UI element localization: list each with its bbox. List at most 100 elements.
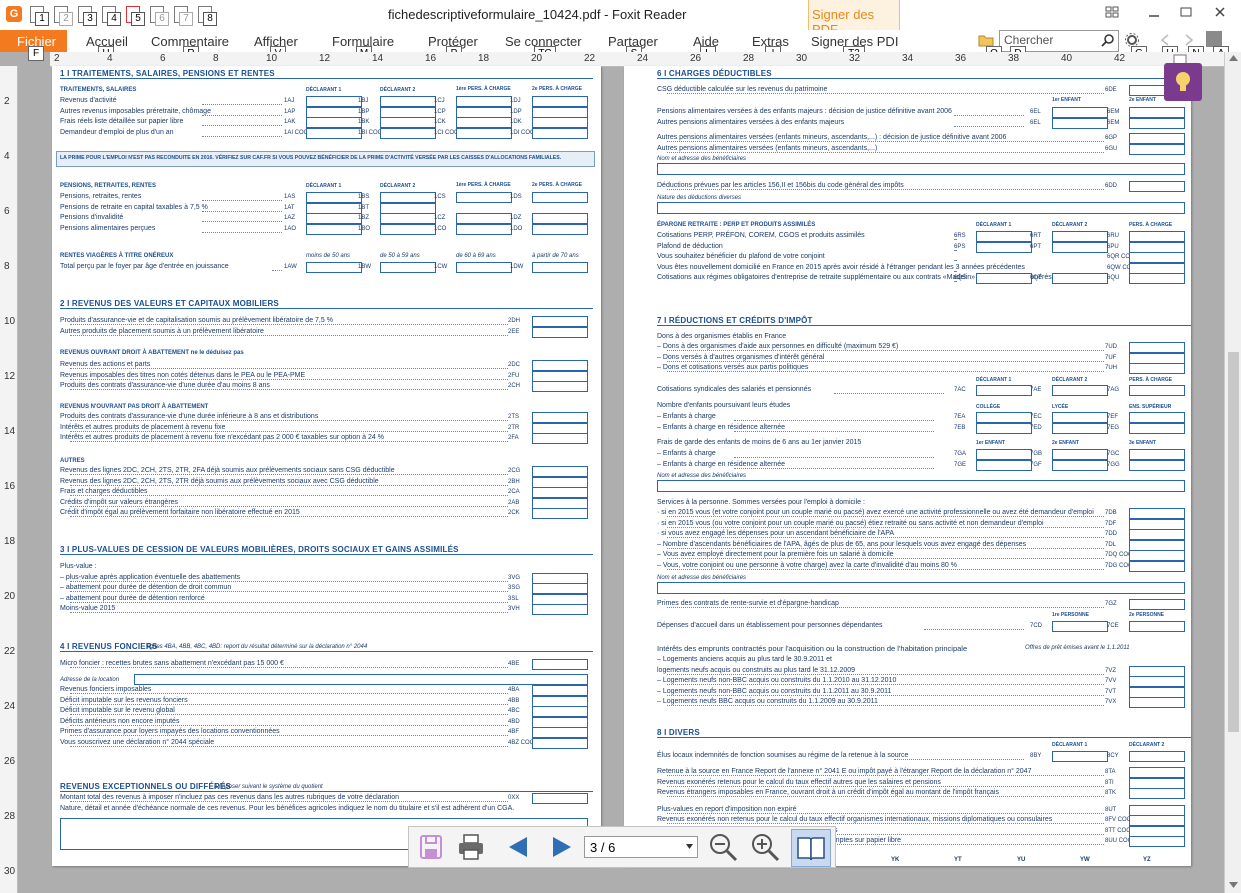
amount-field[interactable]	[532, 370, 588, 382]
amount-field[interactable]	[1129, 273, 1185, 284]
amount-field[interactable]	[306, 117, 362, 128]
amount-field[interactable]	[456, 96, 512, 107]
avatar[interactable]	[1206, 31, 1222, 47]
beneficiaries-field[interactable]	[657, 163, 1185, 175]
close-icon[interactable]	[1213, 6, 1227, 18]
amount-field[interactable]	[1129, 342, 1185, 353]
amount-field[interactable]	[532, 117, 588, 128]
amount-field[interactable]	[1129, 107, 1185, 118]
amount-field[interactable]	[1129, 133, 1185, 144]
amount-field[interactable]	[1129, 449, 1185, 460]
amount-field[interactable]	[1129, 621, 1185, 632]
amount-field[interactable]	[976, 422, 1032, 434]
amount-field[interactable]	[1052, 117, 1108, 129]
amount-field[interactable]	[1129, 599, 1185, 610]
amount-field[interactable]	[1129, 529, 1185, 540]
amount-field[interactable]	[532, 96, 588, 107]
amount-field[interactable]	[380, 223, 436, 235]
forward-arrow-icon[interactable]	[1184, 34, 1194, 46]
amount-field[interactable]	[1129, 262, 1185, 274]
amount-field[interactable]	[1129, 825, 1185, 837]
address-field[interactable]	[134, 674, 588, 685]
amount-field[interactable]	[1129, 777, 1185, 789]
amount-field[interactable]	[976, 459, 1032, 471]
print-icon[interactable]	[455, 831, 487, 863]
amount-field[interactable]	[532, 326, 588, 338]
zoom-out-icon[interactable]	[707, 831, 739, 863]
amount-field[interactable]	[380, 117, 436, 128]
select-text-button[interactable]: 5	[124, 4, 145, 26]
search-icon[interactable]	[1101, 33, 1115, 47]
amount-field[interactable]	[532, 572, 588, 584]
amount-field[interactable]	[1052, 422, 1108, 434]
amount-field[interactable]	[306, 262, 362, 273]
zoom-in-icon[interactable]	[749, 831, 781, 863]
amount-field[interactable]	[1052, 412, 1108, 423]
amount-field[interactable]	[532, 685, 588, 696]
minimize-icon[interactable]	[1147, 6, 1161, 18]
amount-field[interactable]	[380, 202, 436, 214]
amount-field[interactable]	[532, 487, 588, 498]
amount-field[interactable]	[976, 273, 1032, 284]
amount-field[interactable]	[1052, 449, 1108, 460]
amount-field[interactable]	[532, 706, 588, 717]
amount-field[interactable]	[306, 96, 362, 107]
amount-field[interactable]	[532, 381, 588, 392]
amount-field[interactable]	[1129, 231, 1185, 242]
amount-field[interactable]	[532, 316, 588, 327]
amount-field[interactable]	[1129, 252, 1185, 263]
amount-field[interactable]	[532, 412, 588, 423]
amount-field[interactable]	[1129, 788, 1185, 799]
amount-field[interactable]	[1129, 815, 1185, 826]
amount-field[interactable]	[1129, 363, 1185, 374]
amount-field[interactable]	[1129, 459, 1185, 471]
customize-button[interactable]: 8	[196, 4, 217, 26]
open-file-button[interactable]: 1	[28, 4, 49, 26]
amount-field[interactable]	[380, 192, 436, 203]
beneficiaries-field[interactable]	[657, 582, 1185, 594]
amount-field[interactable]	[456, 192, 512, 203]
amount-field[interactable]	[1129, 676, 1185, 687]
amount-field[interactable]	[532, 695, 588, 707]
amount-field[interactable]	[976, 449, 1032, 460]
scroll-up-icon[interactable]	[1229, 55, 1238, 61]
amount-field[interactable]	[1129, 412, 1185, 423]
amount-field[interactable]	[1129, 143, 1185, 155]
amount-field[interactable]	[380, 96, 436, 107]
amount-field[interactable]	[1129, 241, 1185, 253]
amount-field[interactable]	[532, 433, 588, 444]
amount-field[interactable]	[1129, 751, 1185, 762]
amount-field[interactable]	[976, 412, 1032, 423]
amount-field[interactable]	[532, 497, 588, 509]
amount-field[interactable]	[532, 476, 588, 488]
redo-button[interactable]: 7	[172, 4, 193, 26]
scrollbar-thumb[interactable]	[1228, 352, 1239, 732]
amount-field[interactable]	[1052, 231, 1108, 242]
next-page-icon[interactable]	[545, 831, 577, 863]
tips-button[interactable]	[1164, 63, 1202, 101]
maximize-icon[interactable]	[1179, 6, 1193, 18]
undo-button[interactable]: 6	[148, 4, 169, 26]
amount-field[interactable]	[1129, 804, 1185, 816]
amount-field[interactable]	[532, 659, 588, 670]
amount-field[interactable]	[1129, 550, 1185, 561]
amount-field[interactable]	[532, 737, 588, 749]
folder-icon[interactable]	[978, 33, 994, 47]
save-button[interactable]: 2	[52, 4, 73, 26]
amount-field[interactable]	[532, 727, 588, 738]
amount-field[interactable]	[532, 508, 588, 519]
deductions-field[interactable]	[657, 202, 1185, 214]
amount-field[interactable]	[1129, 686, 1185, 698]
page-number-select[interactable]: 3 / 6	[584, 836, 698, 858]
amount-field[interactable]	[1129, 560, 1185, 572]
amount-field[interactable]	[532, 422, 588, 434]
amount-field[interactable]	[532, 793, 588, 804]
amount-field[interactable]	[1129, 836, 1185, 847]
amount-field[interactable]	[532, 262, 588, 273]
hand-tool-button[interactable]: 4	[100, 4, 121, 26]
amount-field[interactable]	[976, 385, 1032, 396]
beneficiaries-field[interactable]	[657, 480, 1185, 492]
amount-field[interactable]	[306, 223, 362, 235]
amount-field[interactable]	[532, 106, 588, 118]
amount-field[interactable]	[456, 213, 512, 224]
